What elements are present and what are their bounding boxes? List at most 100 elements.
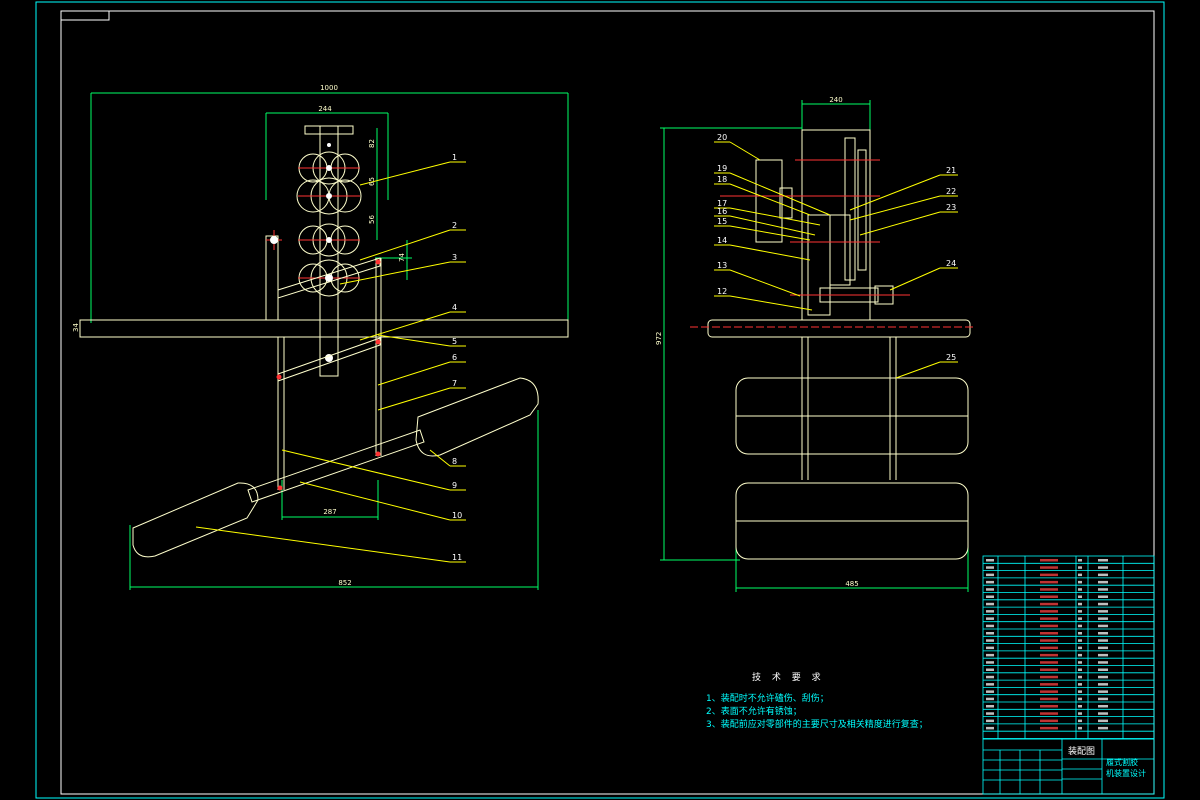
parts-list-cell-mark	[1040, 559, 1058, 562]
drawing-name: 装配图	[1068, 745, 1095, 757]
parts-list-cell-mark	[1098, 697, 1108, 701]
parts-list-cell-mark	[1078, 661, 1082, 664]
parts-list-cell-mark	[1098, 690, 1108, 693]
dim-span: 852	[338, 579, 351, 587]
parts-list-cell-mark	[986, 697, 994, 701]
part-label-17: 17	[717, 199, 727, 208]
parts-list-cell-mark	[1098, 726, 1108, 730]
parts-list-cell-mark	[986, 595, 994, 598]
project-title-line2: 机装置设计	[1106, 768, 1146, 778]
parts-list-cell-mark	[986, 653, 994, 657]
parts-list-cell-mark	[1078, 617, 1082, 620]
parts-list-cell-mark	[1078, 610, 1082, 613]
parts-list-cell-mark	[1040, 580, 1058, 584]
parts-list-cell-mark	[1040, 712, 1058, 715]
assembly-drawing: 1234567891011121314151617181920212223242…	[35, 1, 1165, 799]
parts-list-cell-mark	[1078, 566, 1082, 569]
dim-lower-width: 287	[323, 508, 336, 516]
parts-list-cell-mark	[1078, 726, 1082, 730]
parts-list-cell-mark	[1078, 559, 1082, 562]
part-label-2: 2	[452, 221, 457, 230]
side-view	[660, 100, 975, 592]
dim-bottom-width: 485	[845, 580, 858, 588]
parts-list-cell-mark	[1040, 675, 1058, 679]
parts-list-cell-mark	[986, 580, 994, 584]
dim-d5: 34	[72, 323, 80, 332]
parts-list-cell-mark	[1040, 602, 1058, 606]
parts-list-cell-mark	[1098, 668, 1108, 671]
part-label-21: 21	[946, 166, 956, 175]
part-label-6: 6	[452, 353, 457, 362]
parts-list-cell-mark	[1098, 588, 1108, 591]
parts-list-cell-mark	[1098, 559, 1108, 562]
parts-list-cell-mark	[986, 610, 994, 613]
parts-list-cell-mark	[1098, 595, 1108, 598]
parts-list-cell-mark	[986, 683, 994, 686]
parts-list-cell-mark	[1098, 683, 1108, 686]
parts-list-cell-mark	[1098, 602, 1108, 606]
parts-list-marks	[986, 559, 1108, 730]
parts-list-cell-mark	[986, 573, 994, 577]
parts-list-cell-mark	[986, 712, 994, 715]
parts-list-cell-mark	[1078, 588, 1082, 591]
parts-list-cell-mark	[1078, 602, 1082, 606]
parts-list-cell-mark	[986, 632, 994, 635]
dim-d3: 56	[368, 215, 376, 224]
part-label-19: 19	[717, 164, 727, 173]
parts-list-cell-mark	[986, 705, 994, 708]
parts-list-cell-mark	[1040, 617, 1058, 620]
parts-list-cell-mark	[1040, 639, 1058, 642]
part-label-8: 8	[452, 457, 457, 466]
parts-list-cell-mark	[1040, 683, 1058, 686]
requirement-1: 1、装配时不允许磕伤、刮伤；	[706, 694, 829, 704]
part-label-3: 3	[452, 253, 457, 262]
part-label-22: 22	[946, 187, 956, 196]
dim-top-width: 240	[829, 96, 842, 104]
parts-list-cell-mark	[1040, 624, 1058, 628]
parts-list-cell-mark	[1078, 712, 1082, 715]
parts-list-cell-mark	[986, 566, 994, 569]
parts-list-cell-mark	[1040, 668, 1058, 671]
parts-list-cell-mark	[1078, 719, 1082, 723]
part-label-10: 10	[452, 511, 462, 520]
part-label-4: 4	[452, 303, 457, 312]
parts-list-cell-mark	[1040, 566, 1058, 569]
part-label-15: 15	[717, 217, 727, 226]
parts-list-cell-mark	[1040, 719, 1058, 723]
parts-list-cell-mark	[1078, 653, 1082, 657]
parts-list-cell-mark	[1040, 632, 1058, 635]
part-label-23: 23	[946, 203, 956, 212]
project-title-line1: 履式割胶	[1106, 757, 1138, 767]
dim-d2: 65	[368, 177, 376, 186]
part-label-25: 25	[946, 353, 956, 362]
parts-list-cell-mark	[986, 559, 994, 562]
part-label-24: 24	[946, 259, 956, 268]
part-label-13: 13	[717, 261, 727, 270]
part-label-18: 18	[717, 175, 727, 184]
parts-list-cell-mark	[1098, 705, 1108, 708]
parts-list-cell-mark	[1098, 632, 1108, 635]
parts-list-cell-mark	[986, 602, 994, 606]
part-label-11: 11	[452, 553, 462, 562]
parts-list-cell-mark	[1040, 661, 1058, 664]
technical-requirements: 技 术 要 求 1、装配时不允许磕伤、刮伤； 2、表面不允许有锈蚀； 3、装配前…	[706, 672, 928, 732]
parts-list-cell-mark	[1078, 683, 1082, 686]
parts-list-cell-mark	[1040, 588, 1058, 591]
parts-list-cell-mark	[1078, 646, 1082, 650]
parts-list-cell-mark	[1078, 624, 1082, 628]
parts-list-cell-mark	[986, 719, 994, 723]
part-label-12: 12	[717, 287, 727, 296]
part-label-16: 16	[717, 207, 727, 216]
dim-frame-width: 244	[318, 105, 332, 113]
parts-list-cell-mark	[1078, 675, 1082, 679]
outer-border	[35, 1, 1165, 799]
parts-list-cell-mark	[1098, 646, 1108, 650]
part-label-9: 9	[452, 481, 457, 490]
parts-list-cell-mark	[1078, 573, 1082, 577]
part-label-14: 14	[717, 236, 727, 245]
parts-list-cell-mark	[986, 624, 994, 628]
parts-list-cell-mark	[1098, 624, 1108, 628]
parts-list-cell-mark	[1078, 705, 1082, 708]
dim-d1: 82	[368, 139, 376, 148]
drawing-number-box	[60, 10, 110, 21]
